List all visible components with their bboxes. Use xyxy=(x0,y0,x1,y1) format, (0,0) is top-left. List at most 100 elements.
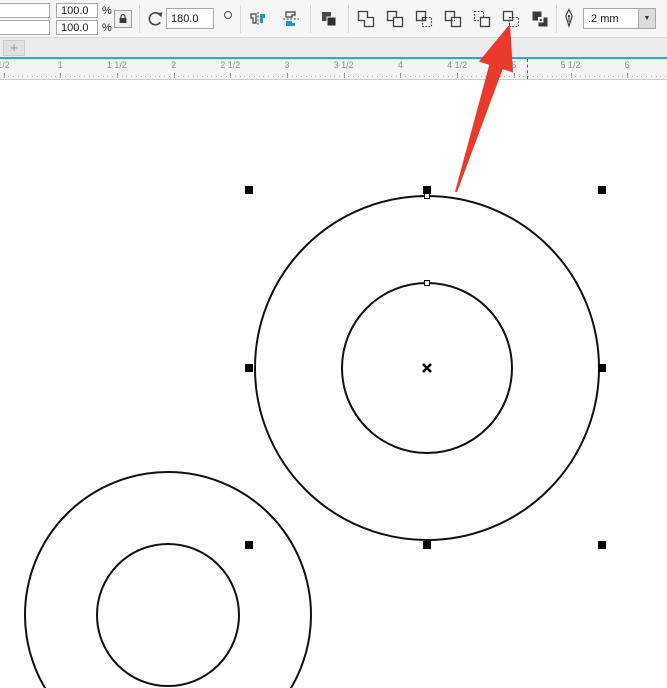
ruler-minor-tick xyxy=(278,76,279,77)
outline-width-field[interactable]: .2 mm xyxy=(583,8,639,29)
ruler-minor-tick xyxy=(665,76,666,77)
ruler-minor-tick xyxy=(391,76,392,77)
object-width-field[interactable] xyxy=(0,3,50,18)
shaping-buttons xyxy=(354,7,552,31)
ruler-minor-tick xyxy=(552,76,553,77)
ruler-minor-tick xyxy=(117,76,118,77)
ruler-minor-tick xyxy=(315,76,316,77)
scale-x-field[interactable]: 100.0 xyxy=(56,3,98,18)
ruler-minor-tick xyxy=(65,76,66,77)
dropdown-arrow-icon[interactable]: ▼ xyxy=(639,8,656,29)
ruler-minor-tick xyxy=(608,76,609,77)
ruler-minor-tick xyxy=(656,76,657,77)
ruler-minor-tick xyxy=(55,76,56,77)
rotation-angle-icon xyxy=(146,10,164,28)
ruler-minor-tick xyxy=(542,76,543,77)
ruler-minor-tick xyxy=(637,76,638,77)
ruler-minor-tick xyxy=(396,76,397,77)
ruler-minor-tick xyxy=(84,76,85,77)
mirror-vertical-button[interactable] xyxy=(279,7,303,31)
ruler-minor-tick xyxy=(500,76,501,77)
add-page-tab-button[interactable]: + xyxy=(3,40,25,56)
lock-ratio-button[interactable] xyxy=(114,10,132,28)
ruler-minor-tick xyxy=(211,76,212,77)
ruler-minor-tick xyxy=(112,76,113,77)
intersect-button[interactable] xyxy=(412,7,436,31)
ruler-minor-tick xyxy=(344,76,345,77)
ruler-minor-tick xyxy=(292,76,293,77)
ruler-minor-tick xyxy=(632,76,633,77)
ruler-minor-tick xyxy=(8,76,9,77)
ruler-minor-tick xyxy=(235,76,236,77)
rotation-angle-field[interactable]: 180.0 xyxy=(166,8,214,29)
ruler-minor-tick xyxy=(419,76,420,77)
percent-label: % xyxy=(102,5,112,17)
ruler-minor-tick xyxy=(571,76,572,77)
ruler-tick-label: 1 1/2 xyxy=(107,60,127,70)
separator xyxy=(348,5,349,33)
ruler-minor-tick xyxy=(4,76,5,77)
weld-button[interactable] xyxy=(354,7,378,31)
ruler-minor-tick xyxy=(74,76,75,77)
ruler-minor-tick xyxy=(457,76,458,77)
ruler-minor-tick xyxy=(141,76,142,77)
mirror-horizontal-icon xyxy=(248,10,268,28)
ruler-tick-label: 5 1/2 xyxy=(560,60,580,70)
ruler-minor-tick xyxy=(259,76,260,77)
ruler-minor-tick xyxy=(13,76,14,77)
ruler-minor-tick xyxy=(136,76,137,77)
trim-button[interactable] xyxy=(383,7,407,31)
ruler-tick-label: 5 xyxy=(511,60,516,70)
combine-button[interactable] xyxy=(317,7,341,31)
ruler-minor-tick xyxy=(599,76,600,77)
ruler-minor-tick xyxy=(41,76,42,77)
ruler-minor-tick xyxy=(296,76,297,77)
front-minus-back-icon xyxy=(472,9,492,29)
ruler-minor-tick xyxy=(174,76,175,77)
ruler-tick-label: 1 xyxy=(58,60,63,70)
ruler-minor-tick xyxy=(471,76,472,77)
degree-symbol-icon xyxy=(224,11,232,19)
simplify-button[interactable] xyxy=(441,7,465,31)
ruler-minor-tick xyxy=(107,76,108,77)
object-height-field[interactable] xyxy=(0,20,50,35)
ruler-minor-tick xyxy=(646,76,647,77)
ruler-tick-label: 3 1/2 xyxy=(334,60,354,70)
back-minus-front-icon xyxy=(501,9,521,29)
ruler-minor-tick xyxy=(382,76,383,77)
ruler-minor-tick xyxy=(372,76,373,77)
drawing-canvas[interactable] xyxy=(0,81,667,688)
ruler-minor-tick xyxy=(164,76,165,77)
scale-fields: 100.0 % 100.0 % xyxy=(56,3,112,35)
ruler-minor-tick xyxy=(131,76,132,77)
ruler-minor-tick xyxy=(301,76,302,77)
ruler-minor-tick xyxy=(183,76,184,77)
ruler-minor-tick xyxy=(178,76,179,77)
ruler-minor-tick xyxy=(424,76,425,77)
horizontal-ruler[interactable]: 1/211 1/222 1/233 1/244 1/255 1/26 xyxy=(0,59,667,80)
ruler-minor-tick xyxy=(613,76,614,77)
ruler-minor-tick xyxy=(561,76,562,77)
mirror-horizontal-button[interactable] xyxy=(246,7,270,31)
ruler-minor-tick xyxy=(641,76,642,77)
ruler-minor-tick xyxy=(481,76,482,77)
ruler-minor-tick xyxy=(240,76,241,77)
weld-icon xyxy=(356,9,376,29)
percent-label: % xyxy=(102,22,112,34)
ruler-minor-tick xyxy=(660,76,661,77)
ruler-minor-tick xyxy=(651,76,652,77)
ruler-minor-tick xyxy=(537,76,538,77)
ruler-minor-tick xyxy=(476,76,477,77)
outline-width-pen-icon xyxy=(561,8,579,30)
ruler-minor-tick xyxy=(325,76,326,77)
ruler-minor-tick xyxy=(334,76,335,77)
create-boundary-button[interactable] xyxy=(528,7,552,31)
ruler-minor-tick xyxy=(367,76,368,77)
front-minus-back-button[interactable] xyxy=(470,7,494,31)
scale-y-field[interactable]: 100.0 xyxy=(56,20,98,35)
document-tab-bar: + xyxy=(0,38,667,59)
back-minus-front-button[interactable] xyxy=(499,7,523,31)
ruler-minor-tick xyxy=(589,76,590,77)
ruler-minor-tick xyxy=(452,76,453,77)
ruler-minor-tick xyxy=(509,76,510,77)
